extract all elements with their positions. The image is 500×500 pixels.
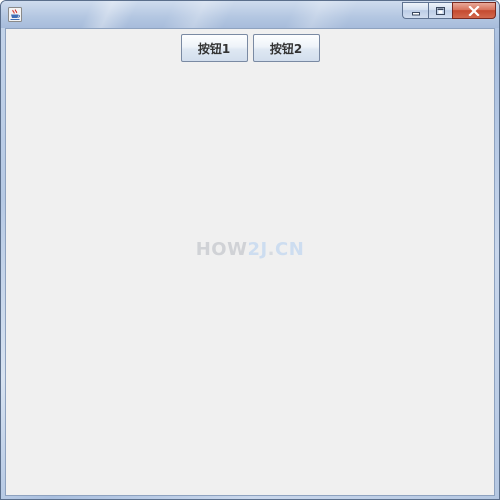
how2j-watermark: HOW2J.CN	[6, 239, 494, 260]
title-bar[interactable]	[1, 1, 499, 28]
close-button[interactable]	[452, 2, 496, 19]
close-icon	[468, 1, 480, 20]
application-window: 按钮1 按钮2 HOW2J.CN	[0, 0, 500, 500]
maximize-button[interactable]	[428, 2, 452, 19]
maximize-icon	[435, 1, 446, 20]
content-pane: 按钮1 按钮2 HOW2J.CN	[5, 28, 495, 496]
caption-buttons	[402, 2, 496, 20]
button-1[interactable]: 按钮1	[180, 34, 248, 62]
button-2[interactable]: 按钮2	[252, 34, 320, 62]
watermark-how: HOW	[195, 239, 248, 260]
button-row: 按钮1 按钮2	[6, 34, 494, 62]
watermark-cn: CN	[275, 239, 305, 260]
java-cup-icon[interactable]	[8, 7, 22, 22]
minimize-button[interactable]	[402, 2, 428, 19]
watermark-2j: 2J	[247, 239, 268, 260]
minimize-icon	[411, 1, 421, 20]
watermark-dot: .	[267, 239, 276, 260]
